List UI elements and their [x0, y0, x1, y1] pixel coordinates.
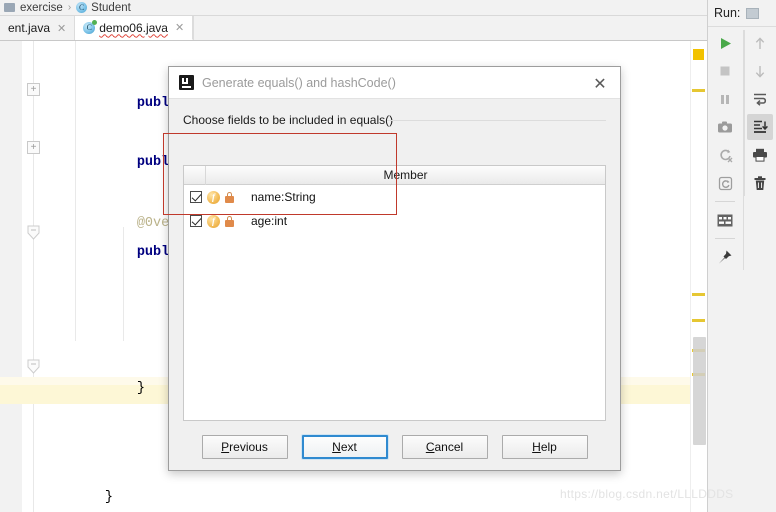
dialog-title: Generate equals() and hashCode() — [202, 75, 396, 90]
next-button[interactable]: Next — [301, 435, 388, 459]
print-icon[interactable] — [747, 142, 773, 168]
fold-expand-icon[interactable]: + — [27, 83, 40, 96]
app-window: exercise › C Student ent.java ✕ C demo06… — [0, 0, 776, 512]
restart-icon[interactable] — [712, 170, 738, 196]
fold-collapse-icon[interactable] — [27, 225, 40, 240]
next-button-mnemonic: N — [332, 440, 341, 454]
code-line-text: } — [104, 490, 113, 505]
warning-marker[interactable] — [693, 49, 704, 60]
breadcrumb-class[interactable]: Student — [91, 2, 131, 14]
toolbar-separator — [715, 201, 735, 202]
warning-marker[interactable] — [692, 89, 705, 92]
row-checkbox[interactable] — [190, 215, 202, 227]
scroll-down-icon[interactable] — [747, 58, 773, 84]
breadcrumb-separator-icon: › — [67, 2, 72, 13]
table-header: Member — [184, 165, 605, 185]
tab-bar-filler — [193, 16, 707, 40]
previous-button[interactable]: Previous — [201, 435, 288, 459]
run-right-toolbar — [744, 30, 775, 196]
member-table[interactable]: Member f name:String f age:int — [183, 165, 606, 421]
close-icon[interactable]: ✕ — [580, 67, 620, 99]
class-icon: C — [76, 2, 88, 13]
section-divider — [387, 120, 606, 121]
tab-label: demo06.java — [99, 20, 168, 35]
previous-button-label: revious — [229, 440, 268, 454]
run-icon[interactable] — [712, 30, 738, 56]
intellij-idea-icon — [179, 75, 194, 90]
lock-icon — [225, 191, 234, 203]
table-header-checkbox-column — [184, 165, 206, 185]
fold-expand-icon[interactable]: + — [27, 141, 40, 154]
scroll-to-end-icon[interactable] — [747, 114, 773, 140]
fold-collapse-icon[interactable] — [27, 359, 40, 374]
warning-marker[interactable] — [692, 319, 705, 322]
code-line-text: } — [136, 381, 145, 396]
toolbar-separator — [715, 238, 735, 239]
cancel-button-label: ancel — [434, 440, 464, 454]
class-icon: C — [83, 19, 98, 34]
generate-equals-dialog: Generate equals() and hashCode() ✕ Choos… — [168, 66, 621, 471]
lock-icon — [225, 215, 234, 227]
pin-icon[interactable] — [712, 244, 738, 270]
editor-marker-strip[interactable] — [690, 41, 707, 512]
cancel-button[interactable]: Cancel — [401, 435, 488, 459]
member-name: age:int — [251, 214, 288, 228]
table-row[interactable]: f name:String — [184, 185, 605, 209]
fold-guide-line — [33, 41, 34, 512]
console-icon[interactable] — [712, 207, 738, 233]
table-row[interactable]: f age:int — [184, 209, 605, 233]
rerun-failed-icon[interactable] — [712, 142, 738, 168]
soft-wrap-icon[interactable] — [747, 86, 773, 112]
instruction-label: Choose fields to be included in equals() — [183, 113, 394, 127]
tab-student-java[interactable]: ent.java ✕ — [0, 16, 76, 40]
warning-marker[interactable] — [692, 293, 705, 296]
tab-demo06-java[interactable]: C demo06.java ✕ — [75, 16, 194, 40]
dialog-body: Choose fields to be included in equals()… — [169, 99, 620, 471]
run-left-toolbar — [710, 30, 740, 270]
dialog-title-bar[interactable]: Generate equals() and hashCode() ✕ — [169, 67, 620, 99]
breadcrumb-project[interactable]: exercise — [20, 2, 63, 14]
code-line-brace: } — [40, 475, 113, 512]
pause-icon[interactable] — [712, 86, 738, 112]
help-button-mnemonic: H — [532, 440, 541, 454]
close-icon[interactable]: ✕ — [175, 21, 184, 34]
code-line-brace: } — [72, 366, 145, 411]
vertical-scrollbar-thumb[interactable] — [693, 337, 706, 445]
delete-icon[interactable] — [747, 170, 773, 196]
watermark: https://blog.csdn.net/LLLDDDS — [560, 487, 734, 501]
run-panel-header: Run: — [708, 0, 776, 27]
tab-label: ent.java — [8, 21, 51, 35]
help-button[interactable]: Help — [501, 435, 588, 459]
field-icon: f — [207, 214, 220, 228]
close-icon[interactable]: ✕ — [57, 22, 66, 35]
scroll-up-icon[interactable] — [747, 30, 773, 56]
fold-strip[interactable]: + + — [22, 41, 46, 512]
editor-gutter[interactable] — [0, 41, 23, 512]
stop-icon[interactable] — [712, 58, 738, 84]
next-button-label: ext — [340, 440, 357, 454]
previous-button-mnemonic: P — [221, 440, 230, 454]
module-icon — [4, 3, 15, 12]
member-name: name:String — [251, 190, 316, 204]
camera-icon[interactable] — [712, 114, 738, 140]
table-header-member: Member — [383, 168, 428, 182]
dialog-button-row: Previous Next Cancel Help — [169, 435, 620, 459]
editor-tab-bar: ent.java ✕ C demo06.java ✕ — [0, 16, 707, 41]
window-icon[interactable] — [746, 7, 760, 19]
run-tool-window: Run: — [707, 0, 776, 512]
breadcrumb[interactable]: exercise › C Student — [0, 0, 707, 16]
help-button-label: elp — [540, 440, 557, 454]
row-checkbox[interactable] — [190, 191, 202, 203]
run-panel-title: Run: — [714, 6, 741, 20]
field-icon: f — [207, 190, 220, 204]
